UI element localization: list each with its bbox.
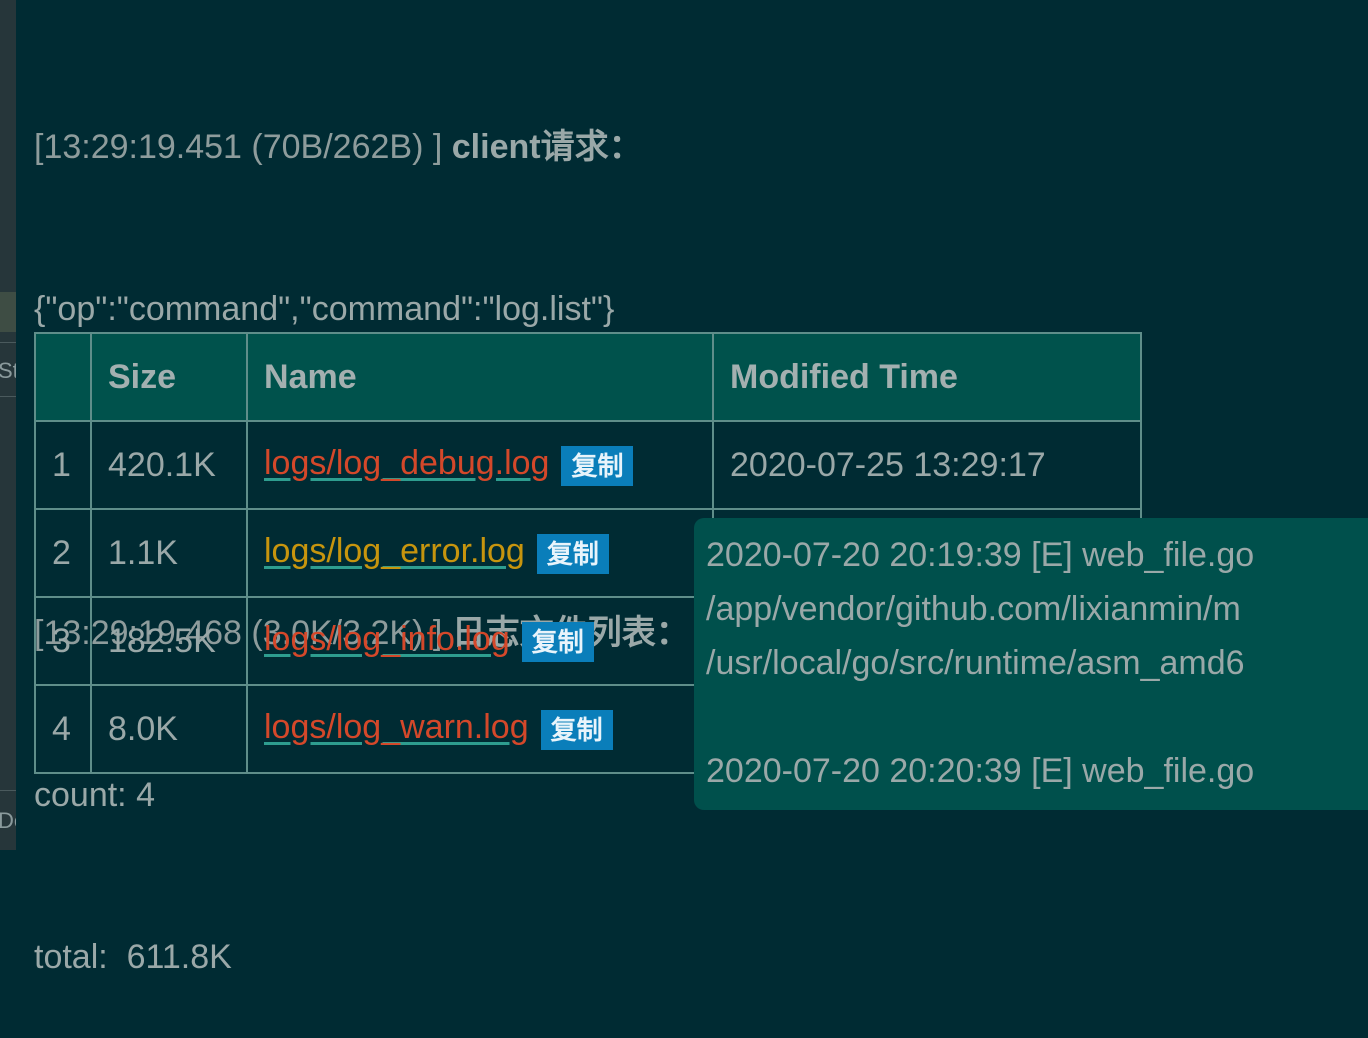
row-index: 1	[34, 420, 92, 510]
left-panel-divider	[0, 342, 16, 343]
row-index: 3	[34, 596, 92, 686]
table-row: 1 420.1K logs/log_debug.log 复制 2020-07-25…	[34, 420, 1142, 510]
log-total: total: 611.8K	[34, 938, 232, 976]
row-size: 420.1K	[90, 420, 248, 510]
left-panel-highlight	[0, 292, 16, 332]
row-name-cell: logs/log_warn.log 复制	[246, 684, 714, 774]
log-entry-header: [13:29:19.451 (70B/262B) ] client请求：	[34, 120, 690, 174]
copy-button[interactable]: 复制	[521, 621, 594, 662]
file-link-info[interactable]: logs/log_info.log	[264, 620, 510, 658]
row-size: 8.0K	[90, 684, 248, 774]
file-link-error[interactable]: logs/log_error.log	[264, 532, 525, 570]
header-index	[34, 332, 92, 422]
header-modified-time: Modified Time	[712, 332, 1142, 422]
log-count: count: 4	[34, 776, 155, 814]
row-modified-time: 2020-07-25 13:29:17	[712, 420, 1142, 510]
row-size: 182.5K	[90, 596, 248, 686]
row-index: 4	[34, 684, 92, 774]
file-link-warn[interactable]: logs/log_warn.log	[264, 708, 529, 746]
tooltip-line: 2020-07-20 20:19:39 [E] web_file.go	[706, 536, 1255, 574]
left-panel-fragment: St	[0, 358, 16, 383]
header-name: Name	[246, 332, 714, 422]
log-title: client请求：	[451, 128, 643, 166]
table-header-row: Size Name Modified Time	[34, 332, 1142, 422]
row-name-cell: logs/log_error.log 复制	[246, 508, 714, 598]
left-panel-strip: St De	[0, 0, 16, 850]
copy-button[interactable]: 复制	[561, 445, 634, 486]
header-size: Size	[90, 332, 248, 422]
copy-button[interactable]: 复制	[536, 533, 609, 574]
file-preview-tooltip: 2020-07-20 20:19:39 [E] web_file.go /app…	[694, 518, 1368, 810]
log-body: {"op":"command","command":"log.list"}	[34, 290, 615, 328]
copy-button[interactable]: 复制	[540, 709, 613, 750]
row-name-cell: logs/log_debug.log 复制	[246, 420, 714, 510]
row-size: 1.1K	[90, 508, 248, 598]
row-index: 2	[34, 508, 92, 598]
log-timestamp: [13:29:19.451 (70B/262B) ]	[34, 128, 443, 166]
tooltip-line: 2020-07-20 20:20:39 [E] web_file.go	[706, 752, 1255, 790]
tooltip-line: /usr/local/go/src/runtime/asm_amd6	[706, 644, 1245, 682]
row-name-cell: logs/log_info.log 复制	[246, 596, 714, 686]
file-link-debug[interactable]: logs/log_debug.log	[264, 444, 549, 482]
left-panel-fragment: De	[0, 808, 16, 833]
left-panel-divider	[0, 396, 16, 397]
left-panel-divider	[0, 790, 16, 791]
tooltip-line: /app/vendor/github.com/lixianmin/m	[706, 590, 1241, 628]
